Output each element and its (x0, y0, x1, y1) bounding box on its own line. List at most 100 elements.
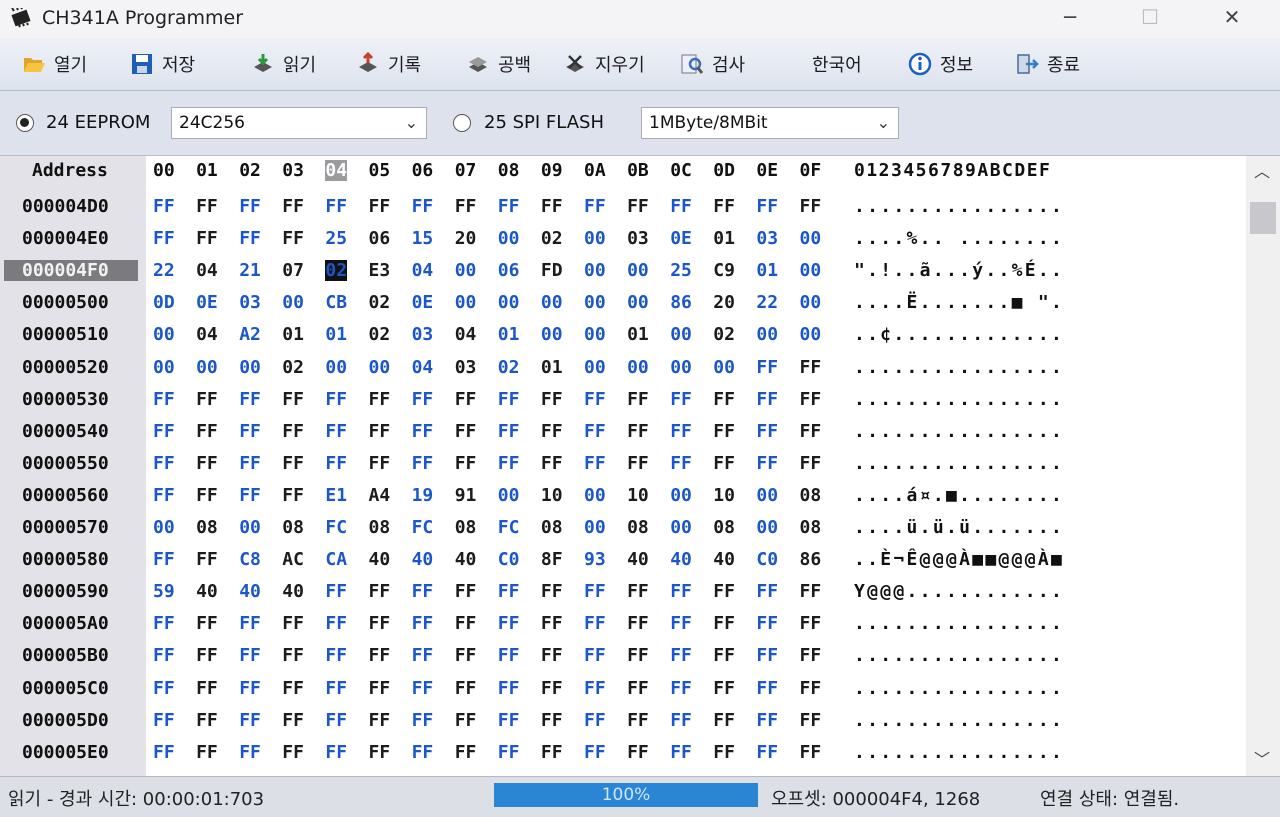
hex-byte-cell[interactable]: FF (713, 710, 735, 731)
hex-byte-cell[interactable]: 40 (239, 581, 261, 602)
hex-byte-cell[interactable]: FF (325, 453, 347, 474)
hex-byte-cell[interactable]: 04 (455, 324, 477, 345)
hex-byte-cell[interactable]: FF (670, 421, 692, 442)
hex-byte-cell[interactable]: FF (670, 389, 692, 410)
hex-byte-cell[interactable]: FF (153, 421, 175, 442)
hex-byte-cell[interactable]: 08 (455, 517, 477, 538)
ascii-row[interactable]: ................ (854, 357, 1064, 378)
ascii-row[interactable]: ................ (854, 453, 1064, 474)
hex-byte-cell[interactable]: FF (455, 613, 477, 634)
hex-byte-cell[interactable]: FF (800, 742, 822, 763)
hex-byte-cell[interactable]: FF (239, 742, 261, 763)
hex-byte-cell[interactable]: A4 (369, 485, 391, 506)
hex-byte-cell[interactable]: FF (369, 742, 391, 763)
hex-byte-cell[interactable]: FF (153, 228, 175, 249)
hex-byte-cell[interactable]: FF (541, 389, 563, 410)
hex-byte-cell[interactable]: FF (153, 196, 175, 217)
ascii-row[interactable]: ....ü.ü.ü....... (854, 517, 1064, 538)
hex-byte-cell[interactable]: 00 (541, 292, 563, 313)
hex-byte-cell[interactable]: FF (369, 196, 391, 217)
hex-byte-cell[interactable]: 10 (627, 485, 649, 506)
hex-byte-cell[interactable]: FF (412, 421, 434, 442)
hex-byte-cell[interactable]: FF (713, 389, 735, 410)
hex-byte-cell[interactable]: 00 (670, 485, 692, 506)
hex-byte-cell[interactable]: FF (713, 196, 735, 217)
hex-byte-cell[interactable]: 40 (282, 581, 304, 602)
ascii-row[interactable]: Y@@@............ (854, 581, 1064, 602)
hex-byte-cell[interactable]: 20 (713, 292, 735, 313)
hex-byte-cell[interactable]: FF (153, 742, 175, 763)
hex-byte-cell[interactable]: FF (756, 421, 778, 442)
hex-byte-cell[interactable]: 01 (541, 357, 563, 378)
hex-byte-cell[interactable]: FF (196, 613, 218, 634)
hex-byte-cell[interactable]: 00 (455, 292, 477, 313)
hex-byte-cell[interactable]: FF (412, 453, 434, 474)
verify-button[interactable]: 검사 (680, 50, 745, 78)
hex-byte-cell[interactable]: 19 (412, 485, 434, 506)
vertical-scrollbar[interactable]: ︿ ﹀ (1246, 156, 1280, 776)
hex-byte-cell[interactable]: FF (455, 421, 477, 442)
hex-byte-cell[interactable]: FF (541, 421, 563, 442)
hex-byte-cell[interactable]: FF (455, 710, 477, 731)
hex-byte-cell[interactable]: FF (670, 645, 692, 666)
blank-check-button[interactable]: 공백 (466, 50, 531, 78)
hex-byte-cell[interactable]: FF (369, 421, 391, 442)
title-bar[interactable]: CH341A Programmer ─ ☐ ✕ (0, 0, 1280, 38)
hex-byte-cell[interactable]: 0E (670, 228, 692, 249)
hex-byte-cell[interactable]: FF (239, 389, 261, 410)
hex-byte-cell[interactable]: FF (498, 196, 520, 217)
hex-byte-cell[interactable]: FF (196, 645, 218, 666)
hex-byte-cell[interactable]: FF (455, 196, 477, 217)
hex-byte-cell[interactable]: FC (412, 517, 434, 538)
eeprom-model-select[interactable]: 24C256 ⌄ (171, 107, 427, 139)
hex-byte-cell[interactable]: FF (282, 485, 304, 506)
hex-byte-cell[interactable]: 59 (153, 581, 175, 602)
hex-byte-cell[interactable]: FF (239, 453, 261, 474)
hex-byte-cell[interactable]: FF (800, 645, 822, 666)
hex-byte-cell[interactable]: FF (584, 678, 606, 699)
hex-byte-cell[interactable]: FF (196, 485, 218, 506)
ascii-row[interactable]: ....%.. ........ (854, 228, 1064, 249)
hex-byte-cell[interactable]: C0 (756, 549, 778, 570)
hex-byte-cell[interactable]: FF (584, 581, 606, 602)
hex-byte-cell[interactable]: FF (239, 485, 261, 506)
ascii-row[interactable]: ..È¬Ê@@@À■■@@@À■ (854, 549, 1064, 570)
hex-byte-cell[interactable]: FF (627, 613, 649, 634)
hex-byte-cell[interactable]: FF (800, 389, 822, 410)
hex-byte-cell[interactable]: FF (584, 742, 606, 763)
hex-byte-cell[interactable]: 00 (756, 517, 778, 538)
hex-byte-cell[interactable]: FF (670, 710, 692, 731)
hex-byte-cell[interactable]: FF (455, 678, 477, 699)
hex-byte-cell[interactable]: 91 (455, 485, 477, 506)
hex-byte-cell[interactable]: 03 (239, 292, 261, 313)
hex-byte-cell[interactable]: FF (627, 389, 649, 410)
hex-byte-cell[interactable]: FF (412, 645, 434, 666)
hex-byte-cell[interactable]: 40 (455, 549, 477, 570)
hex-byte-cell[interactable]: FF (541, 453, 563, 474)
hex-byte-cell[interactable]: 00 (670, 324, 692, 345)
hex-byte-cell[interactable]: FF (325, 421, 347, 442)
hex-byte-cell[interactable]: FF (325, 389, 347, 410)
hex-byte-cell[interactable]: FF (282, 613, 304, 634)
read-button[interactable]: 읽기 (251, 50, 316, 78)
hex-byte-cell[interactable]: FF (800, 453, 822, 474)
hex-byte-cell[interactable]: 01 (282, 324, 304, 345)
hex-byte-cell[interactable]: FF (541, 710, 563, 731)
hex-byte-cell[interactable]: FF (713, 742, 735, 763)
hex-byte-cell[interactable]: FF (713, 421, 735, 442)
hex-byte-cell[interactable]: 22 (153, 260, 175, 281)
hex-byte-cell[interactable]: FF (153, 453, 175, 474)
save-button[interactable]: 저장 (130, 50, 195, 78)
hex-byte-cell[interactable]: 86 (800, 549, 822, 570)
hex-byte-cell[interactable]: FF (756, 357, 778, 378)
hex-byte-cell[interactable]: FF (153, 645, 175, 666)
hex-byte-cell[interactable]: 02 (282, 357, 304, 378)
hex-byte-cell[interactable]: FC (498, 517, 520, 538)
hex-byte-cell[interactable]: FF (756, 453, 778, 474)
hex-byte-cell[interactable]: FF (800, 357, 822, 378)
hex-byte-cell[interactable]: FF (455, 389, 477, 410)
hex-byte-cell[interactable]: FF (627, 453, 649, 474)
hex-byte-cell[interactable]: 40 (412, 549, 434, 570)
hex-byte-cell[interactable]: 00 (153, 517, 175, 538)
hex-byte-cell[interactable]: 01 (498, 324, 520, 345)
